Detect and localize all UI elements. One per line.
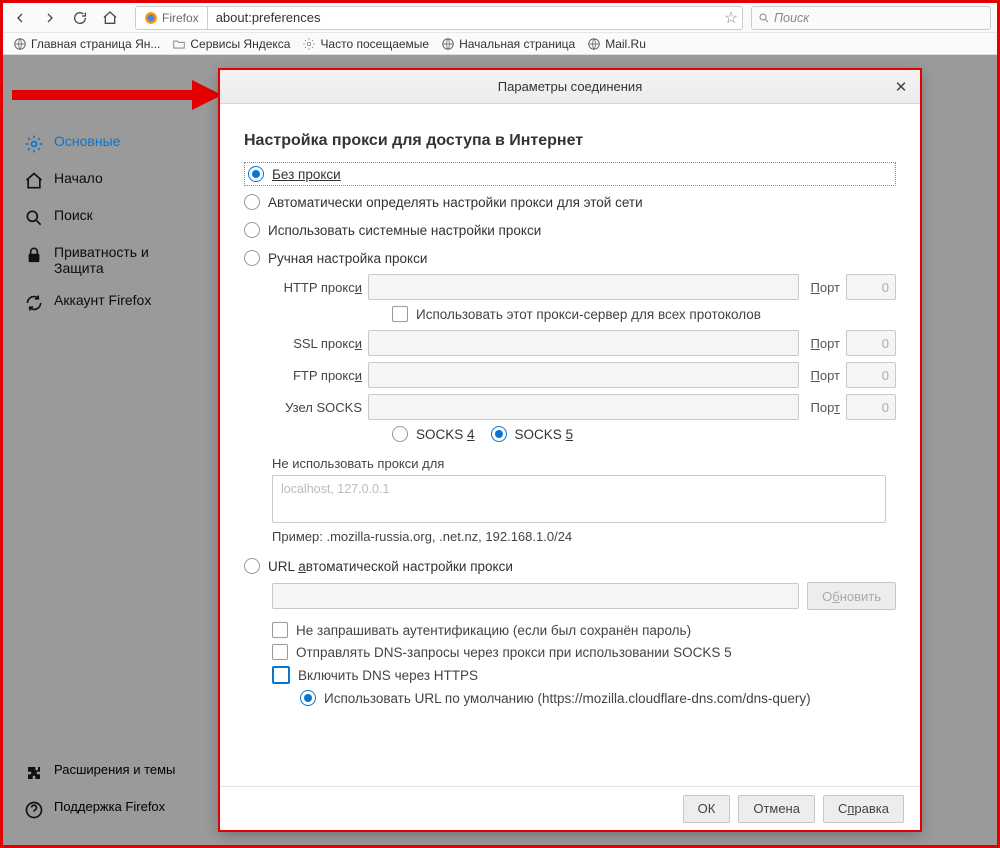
radio-icon [491,426,507,442]
port-label: Порт [811,336,840,351]
sidebar-bottom: Расширения и темы Поддержка Firefox [20,754,220,828]
dialog-footer: ОК Отмена Справка [220,786,920,830]
ftp-port-input[interactable]: 0 [846,362,896,388]
sidebar-item-home[interactable]: Начало [20,162,200,199]
radio-icon [244,558,260,574]
browser-navbar: Firefox about:preferences ☆ Поиск [3,3,997,33]
globe-icon [587,37,601,51]
bookmark-most-visited[interactable]: Часто посещаемые [302,37,429,51]
radio-icon [248,166,264,182]
radio-icon [244,222,260,238]
puzzle-icon [24,763,44,783]
bookmark-star-icon[interactable]: ☆ [720,8,742,28]
socks-port-input[interactable]: 0 [846,394,896,420]
gear-icon [24,134,44,154]
help-button[interactable]: Справка [823,795,904,823]
globe-icon [441,37,455,51]
checkbox-no-auth[interactable]: Не запрашивать аутентификацию (если был … [272,622,896,638]
lock-icon [24,245,44,265]
reload-button[interactable]: Обновить [807,582,896,610]
auto-config-url-input[interactable] [272,583,799,609]
cancel-button[interactable]: Отмена [738,795,815,823]
sync-icon [24,293,44,313]
ftp-proxy-input[interactable] [368,362,799,388]
back-button[interactable] [9,7,31,29]
bookmark-yandex-home[interactable]: Главная страница Ян... [13,37,160,51]
radio-socks5[interactable]: SOCKS 5 [491,426,574,442]
search-box[interactable]: Поиск [751,6,991,30]
sidebar-item-account[interactable]: Аккаунт Firefox [20,284,200,321]
bookmarks-bar: Главная страница Ян... Сервисы Яндекса Ч… [3,33,997,55]
url-bar[interactable]: Firefox about:preferences ☆ [135,6,743,30]
globe-icon [13,37,27,51]
sidebar-item-general[interactable]: Основные [20,125,200,162]
ssl-port-input[interactable]: 0 [846,330,896,356]
sidebar-item-privacy[interactable]: Приватность и Защита [20,236,200,284]
checkbox-dns-over-https[interactable]: Включить DNS через HTTPS [272,666,896,684]
checkbox-icon [272,666,290,684]
ssl-proxy-input[interactable] [368,330,799,356]
bookmark-yandex-services[interactable]: Сервисы Яндекса [172,37,290,51]
ok-button[interactable]: ОК [683,795,731,823]
sidebar-item-search[interactable]: Поиск [20,199,200,236]
dialog-body[interactable]: Настройка прокси для доступа в Интернет … [220,104,920,786]
radio-auto-detect[interactable]: Автоматически определять настройки прокс… [244,190,896,214]
ssl-proxy-label: SSL прокси [272,336,362,351]
search-placeholder: Поиск [774,11,809,25]
forward-button[interactable] [39,7,61,29]
preferences-sidebar: Основные Начало Поиск Приватность и Защи… [20,125,200,321]
radio-icon [392,426,408,442]
search-icon [24,208,44,228]
radio-auto-config-url[interactable]: URL автоматической настройки прокси [244,554,896,578]
checkbox-icon [392,306,408,322]
use-proxy-for-all-checkbox[interactable]: Использовать этот прокси-сервер для всех… [392,306,896,322]
identity-label: Firefox [162,11,199,25]
sidebar-addons[interactable]: Расширения и темы [20,754,220,791]
no-proxy-example: Пример: .mozilla-russia.org, .net.nz, 19… [272,529,896,544]
connection-settings-dialog: Параметры соединения ✕ Настройка прокси … [220,70,920,830]
proxy-section-heading: Настройка прокси для доступа в Интернет [244,132,896,150]
radio-icon [244,250,260,266]
radio-icon [300,690,316,706]
dialog-titlebar: Параметры соединения ✕ [220,70,920,104]
gear-icon [302,37,316,51]
radio-no-proxy[interactable]: Без прокси [244,162,896,186]
bookmark-mailru[interactable]: Mail.Ru [587,37,646,51]
manual-proxy-grid: HTTP прокси Порт 0 Использовать этот про… [272,274,896,446]
sidebar-support[interactable]: Поддержка Firefox [20,791,220,828]
radio-manual-proxy[interactable]: Ручная настройка прокси [244,246,896,270]
home-icon [24,171,44,191]
search-icon [758,12,770,24]
http-proxy-input[interactable] [368,274,799,300]
http-proxy-label: HTTP прокси [272,280,362,295]
radio-icon [244,194,260,210]
port-label: Порт [811,280,840,295]
no-proxy-for-textarea[interactable]: localhost, 127.0.0.1 [272,475,886,523]
port-label: Порт [811,400,841,415]
home-button[interactable] [99,7,121,29]
ftp-proxy-label: FTP прокси [272,368,362,383]
http-port-input[interactable]: 0 [846,274,896,300]
radio-system-proxy[interactable]: Использовать системные настройки прокси [244,218,896,242]
identity-box[interactable]: Firefox [136,7,208,29]
socks-host-label: Узел SOCKS [272,400,362,415]
url-text: about:preferences [208,10,720,25]
bookmark-start-page[interactable]: Начальная страница [441,37,575,51]
checkbox-icon [272,622,288,638]
firefox-icon [144,11,158,25]
folder-icon [172,37,186,51]
dialog-close-button[interactable]: ✕ [892,78,910,96]
radio-dns-default-url[interactable]: Использовать URL по умолчанию (https://m… [300,690,896,706]
no-proxy-for-label: Не использовать прокси для [272,456,896,471]
red-arrow-annotation [12,80,222,110]
checkbox-icon [272,644,288,660]
dialog-title: Параметры соединения [498,79,642,94]
socks-host-input[interactable] [368,394,799,420]
reload-button[interactable] [69,7,91,29]
help-icon [24,800,44,820]
checkbox-dns-socks5[interactable]: Отправлять DNS-запросы через прокси при … [272,644,896,660]
port-label: Порт [811,368,840,383]
radio-socks4[interactable]: SOCKS 4 [392,426,475,442]
